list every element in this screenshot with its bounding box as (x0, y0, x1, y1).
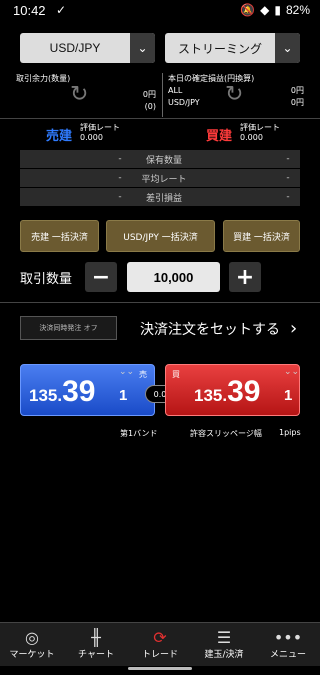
bottom-tab-bar: ◎ マーケット ╫ チャート ⟳ トレード ☰ 建玉/決済 ••• メニュー (0, 622, 320, 666)
chevron-double-down-icon: ⌄⌄ (119, 367, 135, 377)
pnl-all-label: ALL (168, 86, 183, 95)
sell-rate-pips: 39 (62, 375, 96, 408)
quantity-label: 取引数量 (20, 272, 73, 287)
status-bar: 10:42 ✓ 🔕 ◆ ▮ 82% (0, 0, 320, 24)
sell-rate-value: 0.000 (80, 133, 103, 142)
sell-rate-caption-label: 評価レート (80, 123, 120, 132)
sell-rate-int: 135. (29, 386, 63, 405)
divider (0, 302, 320, 303)
wifi-icon: ◆ (260, 3, 270, 17)
divider (162, 73, 163, 117)
tab-label: 建玉/決済 (204, 650, 244, 660)
currency-pair-label: USD/JPY (49, 41, 101, 55)
currency-pair-select[interactable]: USD/JPY ⌄ (20, 33, 155, 63)
buy-rate-pips: 39 (227, 375, 261, 408)
checkmark-icon: ✓ (56, 3, 67, 17)
pnl-pair-value: 0円 (290, 98, 304, 107)
sell-tag: 売 (139, 370, 147, 379)
refresh-icon[interactable]: ↻ (70, 82, 88, 107)
order-mode-label: ストリーミング (177, 41, 262, 56)
sell-rate-frac: 1 (119, 387, 128, 404)
tab-label: トレード (141, 650, 178, 660)
sell-bulk-settle-button[interactable]: 売建 一括決済 (20, 220, 99, 252)
globe-icon: ◎ (25, 628, 39, 647)
stat-buy-value: - (286, 173, 290, 183)
battery-icon: ▮ (274, 3, 281, 17)
battery-percent: 82% (285, 3, 310, 17)
stat-buy-value: - (286, 192, 290, 202)
home-indicator[interactable] (128, 667, 192, 670)
more-icon: ••• (273, 628, 303, 647)
simultaneous-order-toggle[interactable]: 決済同時発注 オフ (20, 316, 117, 340)
set-settle-order-label: 決済注文をセットする (140, 321, 280, 338)
stat-row: - 平均レート - (20, 169, 300, 187)
tab-label: メニュー (269, 650, 306, 660)
status-icons: 🔕 ◆ ▮ 82% (240, 3, 310, 17)
buy-rate-caption-label: 評価レート (240, 123, 280, 132)
sell-rate-display: 135.39 (29, 375, 95, 409)
candlestick-icon: ╫ (91, 628, 101, 647)
stat-row: - 保有数量 - (20, 150, 300, 168)
set-settle-order-link[interactable]: 決済注文をセットする › (140, 318, 297, 339)
sell-rate-caption: 評価レート 0.000 (80, 123, 120, 143)
order-mode-select[interactable]: ストリーミング ⌄ (165, 33, 300, 63)
stat-sell-value: - (118, 173, 122, 183)
pair-bulk-settle-button[interactable]: USD/JPY 一括決済 (106, 220, 215, 252)
quantity-input[interactable]: 10,000 (127, 262, 220, 292)
tab-positions[interactable]: ☰ 建玉/決済 (192, 623, 256, 666)
stat-name: 平均レート (141, 174, 187, 185)
chevron-down-icon[interactable]: ⌄ (130, 33, 155, 63)
tab-chart[interactable]: ╫ チャート (64, 623, 128, 666)
tab-label: マーケット (9, 650, 55, 660)
coins-icon: ☰ (216, 628, 232, 647)
bell-off-icon: 🔕 (240, 3, 256, 17)
tab-menu[interactable]: ••• メニュー (256, 623, 320, 666)
quantity-decrease-button[interactable]: − (85, 262, 117, 292)
slippage-label: 許容スリッページ幅 (190, 429, 262, 438)
quantity-increase-button[interactable]: + (229, 262, 261, 292)
band-label: 第1バンド (120, 429, 158, 438)
buy-bulk-settle-button[interactable]: 買建 一括決済 (223, 220, 300, 252)
divider (0, 118, 320, 119)
trade-icon: ⟳ (153, 628, 167, 647)
stat-name: 差引損益 (145, 193, 182, 204)
pnl-pair-label: USD/JPY (168, 98, 200, 107)
buy-rate-display: 135.39 (194, 375, 260, 409)
pnl-all-value: 0円 (290, 86, 304, 95)
buy-rate-caption: 評価レート 0.000 (240, 123, 280, 143)
refresh-icon[interactable]: ↻ (225, 82, 243, 107)
sell-position-label: 売建 (46, 129, 73, 144)
buy-rate-frac: 1 (284, 387, 293, 404)
tab-label: チャート (78, 650, 114, 660)
stat-sell-value: - (118, 154, 122, 164)
buy-rate-value: 0.000 (240, 133, 263, 142)
position-stats: - 保有数量 - - 平均レート - - 差引損益 - (20, 150, 300, 207)
stat-name: 保有数量 (145, 155, 182, 166)
stat-buy-value: - (286, 154, 290, 164)
chevron-right-icon: › (290, 318, 298, 339)
tab-market[interactable]: ◎ マーケット (0, 623, 64, 666)
chevron-down-icon[interactable]: ⌄ (275, 33, 300, 63)
tab-trade[interactable]: ⟳ トレード (128, 623, 192, 666)
slippage-value: 1pips (279, 428, 301, 437)
chevron-double-down-icon: ⌄⌄ (284, 367, 300, 377)
stat-row: - 差引損益 - (20, 188, 300, 206)
status-time: 10:42 (13, 3, 46, 18)
stat-sell-value: - (118, 192, 122, 202)
buy-tag: 買 (172, 370, 180, 379)
buy-position-label: 買建 (206, 129, 233, 144)
buy-rate-int: 135. (194, 386, 228, 405)
sell-order-button[interactable]: 135.39 1 ⌄⌄ 売 (20, 364, 155, 416)
buy-order-button[interactable]: 買 135.39 1 ⌄⌄ (165, 364, 300, 416)
